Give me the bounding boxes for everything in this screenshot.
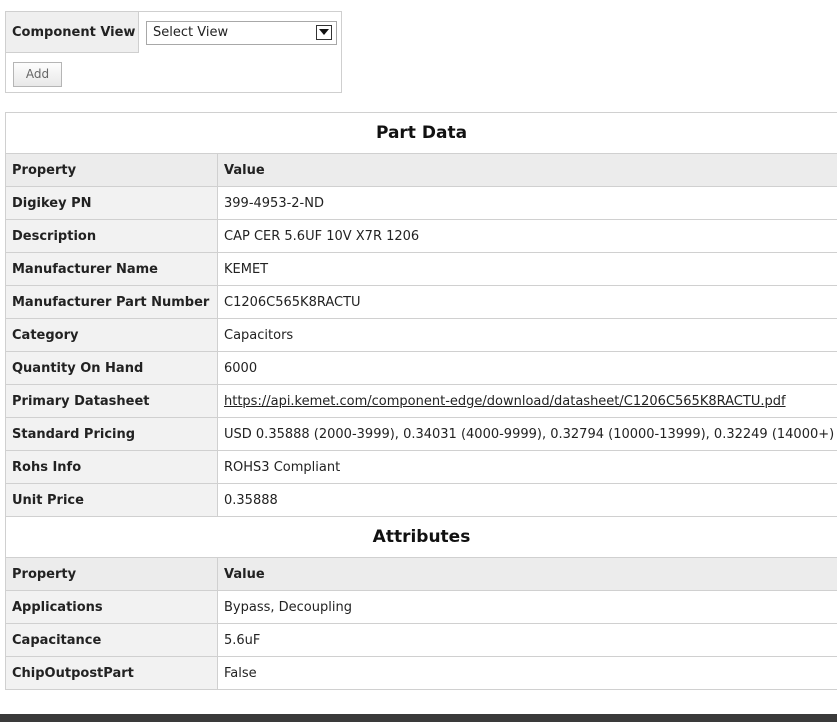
table-row: Standard Pricing USD 0.35888 (2000-3999)… — [5, 417, 837, 451]
value-cell: CAP CER 5.6UF 10V X7R 1206 — [217, 219, 837, 253]
value-cell: 5.6uF — [217, 623, 837, 657]
table-row: Primary Datasheet https://api.kemet.com/… — [5, 384, 837, 418]
property-cell: Manufacturer Name — [5, 252, 218, 286]
value-cell: USD 0.35888 (2000-3999), 0.34031 (4000-9… — [217, 417, 837, 451]
value-cell: 399-4953-2-ND — [217, 186, 837, 220]
property-cell: Applications — [5, 590, 218, 624]
table-row: Quantity On Hand 6000 — [5, 351, 837, 385]
attributes-title: Attributes — [5, 516, 837, 558]
part-data-table: Part Data Property Value Digikey PN 399-… — [5, 112, 837, 690]
table-row: Unit Price 0.35888 — [5, 483, 837, 517]
property-cell: Description — [5, 219, 218, 253]
table-row: Capacitance 5.6uF — [5, 623, 837, 657]
value-cell: C1206C565K8RACTU — [217, 285, 837, 319]
column-header-property: Property — [5, 153, 218, 187]
property-cell: Unit Price — [5, 483, 218, 517]
component-view-label: Component View — [6, 12, 139, 53]
component-view-row: Component View Select View — [6, 12, 341, 53]
table-row: Applications Bypass, Decoupling — [5, 590, 837, 624]
bottom-bar — [0, 714, 837, 722]
table-row: Rohs Info ROHS3 Compliant — [5, 450, 837, 484]
view-select[interactable]: Select View — [146, 21, 337, 45]
chevron-down-icon[interactable] — [316, 25, 332, 40]
property-cell: Manufacturer Part Number — [5, 285, 218, 319]
view-select-value: Select View — [153, 25, 229, 40]
value-cell: ROHS3 Compliant — [217, 450, 837, 484]
property-cell: Digikey PN — [5, 186, 218, 220]
table-row: Category Capacitors — [5, 318, 837, 352]
value-cell: 0.35888 — [217, 483, 837, 517]
table-row: Manufacturer Part Number C1206C565K8RACT… — [5, 285, 837, 319]
column-header-property: Property — [5, 557, 218, 591]
table-row: Description CAP CER 5.6UF 10V X7R 1206 — [5, 219, 837, 253]
attributes-header-row: Property Value — [5, 557, 837, 591]
part-data-title-row: Part Data — [5, 112, 837, 154]
property-cell: ChipOutpostPart — [5, 656, 218, 690]
value-cell: Bypass, Decoupling — [217, 590, 837, 624]
table-row: Manufacturer Name KEMET — [5, 252, 837, 286]
value-cell: False — [217, 656, 837, 690]
property-cell: Rohs Info — [5, 450, 218, 484]
part-data-header-row: Property Value — [5, 153, 837, 187]
value-cell: KEMET — [217, 252, 837, 286]
property-cell: Primary Datasheet — [5, 384, 218, 418]
part-data-title: Part Data — [5, 112, 837, 154]
datasheet-cell: https://api.kemet.com/component-edge/dow… — [217, 384, 837, 418]
component-view-panel: Component View Select View Add — [5, 11, 342, 93]
property-cell: Capacitance — [5, 623, 218, 657]
add-button[interactable]: Add — [13, 62, 62, 87]
property-cell: Category — [5, 318, 218, 352]
table-row: ChipOutpostPart False — [5, 656, 837, 690]
table-row: Digikey PN 399-4953-2-ND — [5, 186, 837, 220]
property-cell: Standard Pricing — [5, 417, 218, 451]
value-cell: 6000 — [217, 351, 837, 385]
value-cell: Capacitors — [217, 318, 837, 352]
datasheet-link[interactable]: https://api.kemet.com/component-edge/dow… — [224, 394, 786, 409]
property-cell: Quantity On Hand — [5, 351, 218, 385]
column-header-value: Value — [217, 153, 837, 187]
attributes-title-row: Attributes — [5, 516, 837, 558]
column-header-value: Value — [217, 557, 837, 591]
